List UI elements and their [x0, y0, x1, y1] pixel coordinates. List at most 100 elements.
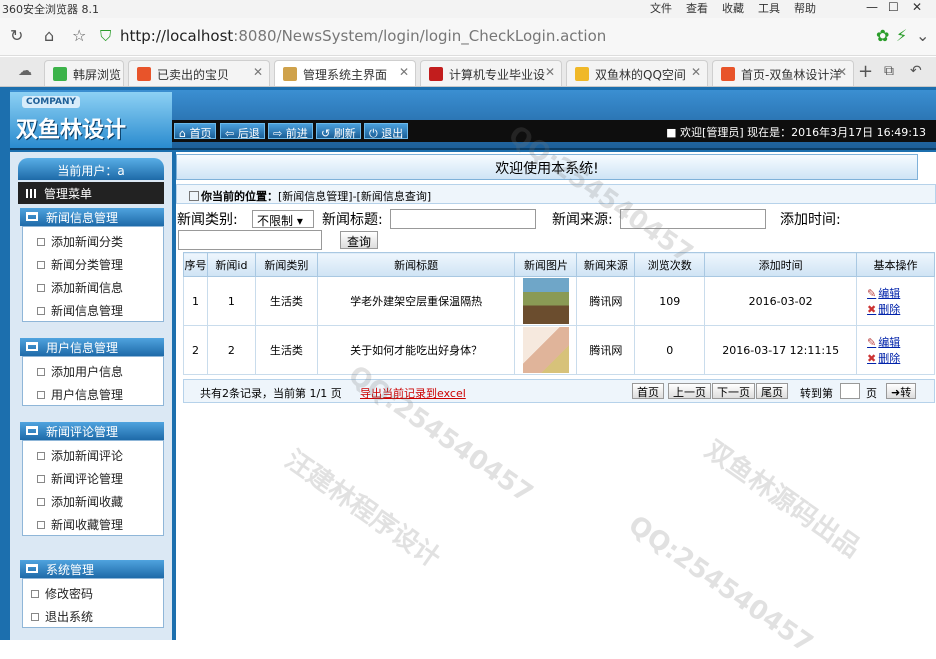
- url-path: :8080/NewsSystem/login/login_CheckLogin.…: [233, 27, 607, 45]
- sidebar-item-add-favorite[interactable]: 添加新闻收藏: [37, 493, 123, 510]
- sidebar-item-user-manage[interactable]: 用户信息管理: [37, 386, 123, 403]
- last-page-button[interactable]: 尾页: [756, 383, 788, 399]
- go-button[interactable]: ➜转: [886, 383, 917, 399]
- menu-file[interactable]: 文件: [650, 0, 672, 16]
- title-label: 新闻标题:: [322, 212, 383, 228]
- page-unit-label: 页: [866, 387, 877, 400]
- tab-2[interactable]: 已卖出的宝贝 ✕: [128, 60, 270, 86]
- cell-category: 生活类: [254, 325, 318, 375]
- panel-system-header[interactable]: 系统管理: [20, 560, 164, 578]
- time-input[interactable]: [178, 230, 322, 250]
- title-input[interactable]: [390, 209, 536, 229]
- panel-comment-header[interactable]: 新闻评论管理: [20, 422, 164, 440]
- panel-icon: [26, 212, 38, 221]
- tab-label: 双鱼林的QQ空间: [595, 68, 686, 82]
- doc-icon: [31, 590, 39, 598]
- chevron-down-icon[interactable]: ⌄: [916, 26, 929, 45]
- panel-icon: [26, 564, 38, 573]
- star-icon[interactable]: ☆: [72, 26, 86, 45]
- tab-label: 韩屏浏览: [73, 68, 122, 82]
- sidebar-item-add-category[interactable]: 添加新闻分类: [37, 233, 123, 250]
- news-thumbnail[interactable]: [522, 278, 569, 324]
- tabs-list-icon[interactable]: ⧉: [884, 63, 894, 79]
- company-badge: COMPANY: [22, 96, 80, 108]
- cloud-icon[interactable]: ☁: [18, 63, 32, 79]
- close-tab-icon[interactable]: ✕: [837, 65, 847, 79]
- export-excel-link[interactable]: 导出当前记录到excel: [360, 385, 466, 401]
- undo-icon[interactable]: ↶: [910, 63, 922, 79]
- cell-category: 生活类: [254, 276, 318, 326]
- category-select-value: 不限制: [257, 214, 294, 228]
- tab-4[interactable]: 计算机专业毕业设 ✕: [420, 60, 562, 86]
- breadcrumb-value: [新闻信息管理]-[新闻信息查询]: [278, 190, 432, 203]
- menu-tools[interactable]: 工具: [758, 0, 780, 16]
- close-window-icon[interactable]: ✕: [912, 0, 922, 14]
- refresh-icon[interactable]: ↻: [10, 26, 23, 45]
- extension-icon[interactable]: ✿: [876, 26, 889, 45]
- sidebar-item-category-manage[interactable]: 新闻分类管理: [37, 256, 123, 273]
- sidebar-item-add-user[interactable]: 添加用户信息: [37, 363, 123, 380]
- url-field[interactable]: http://localhost:8080/NewsSystem/login/l…: [120, 27, 606, 45]
- panel-title: 新闻评论管理: [46, 425, 119, 439]
- panel-user-body: 添加用户信息 用户信息管理: [22, 356, 164, 406]
- url-host: http://localhost: [120, 27, 234, 45]
- item-label: 新闻信息管理: [51, 304, 124, 318]
- item-label: 添加用户信息: [51, 365, 124, 379]
- refresh-button[interactable]: ↺ 刷新: [316, 123, 361, 140]
- query-button[interactable]: 查询: [340, 231, 379, 249]
- column-header: 新闻类别: [254, 252, 318, 277]
- next-page-button[interactable]: 下一页: [712, 383, 755, 399]
- delete-link[interactable]: 删除: [857, 301, 934, 317]
- menu-help[interactable]: 帮助: [794, 0, 816, 16]
- home-button[interactable]: ⌂ 首页: [174, 123, 217, 140]
- logout-button[interactable]: ⏻ 退出: [364, 123, 409, 140]
- tab-3[interactable]: 管理系统主界面 ✕: [274, 60, 416, 86]
- page-icon: [429, 67, 443, 81]
- sidebar-item-favorite-manage[interactable]: 新闻收藏管理: [37, 516, 123, 533]
- back-button[interactable]: ⇦ 后退: [220, 123, 265, 140]
- current-user-label: 当前用户：a: [18, 158, 164, 180]
- tab-1[interactable]: 韩屏浏览: [44, 60, 124, 86]
- maximize-icon[interactable]: ☐: [888, 0, 899, 14]
- page-icon: [721, 67, 735, 81]
- news-thumbnail[interactable]: [522, 327, 569, 373]
- menu-favorites[interactable]: 收藏: [722, 0, 744, 16]
- new-tab-icon[interactable]: +: [858, 61, 873, 82]
- sidebar-item-comment-manage[interactable]: 新闻评论管理: [37, 470, 123, 487]
- brand-name: 双鱼林设计: [16, 118, 127, 143]
- menu-view[interactable]: 查看: [686, 0, 708, 16]
- category-select[interactable]: 不限制 ▾: [252, 210, 314, 228]
- tab-6[interactable]: 首页-双鱼林设计洋 ✕: [712, 60, 854, 86]
- goto-page-input[interactable]: [840, 383, 860, 399]
- cell-source: 腾讯网: [576, 325, 636, 375]
- sidebar-item-change-password[interactable]: 修改密码: [31, 585, 93, 602]
- doc-icon: [37, 452, 45, 460]
- edit-link[interactable]: 编辑: [857, 285, 934, 301]
- close-tab-icon[interactable]: ✕: [691, 65, 701, 79]
- sidebar-item-add-news[interactable]: 添加新闻信息: [37, 279, 123, 296]
- cell-title: 关于如何才能吃出好身体？: [316, 325, 516, 375]
- close-tab-icon[interactable]: ✕: [545, 65, 555, 79]
- panel-news-header[interactable]: 新闻信息管理: [20, 208, 164, 226]
- item-label: 新闻收藏管理: [51, 518, 124, 532]
- first-page-button[interactable]: 首页: [632, 383, 664, 399]
- cell-views: 109: [634, 276, 706, 326]
- table-header-row: 序号 新闻id 新闻类别 新闻标题 新闻图片 新闻来源 浏览次数 添加时间 基本…: [183, 252, 935, 277]
- sidebar-item-add-comment[interactable]: 添加新闻评论: [37, 447, 123, 464]
- forward-button[interactable]: ⇨ 前进: [268, 123, 313, 140]
- delete-link[interactable]: 删除: [857, 350, 934, 366]
- edit-link[interactable]: 编辑: [857, 334, 934, 350]
- minimize-icon[interactable]: —: [866, 0, 878, 14]
- sidebar-item-news-manage[interactable]: 新闻信息管理: [37, 302, 123, 319]
- tab-label: 已卖出的宝贝: [157, 68, 230, 82]
- close-tab-icon[interactable]: ✕: [253, 65, 263, 79]
- source-input[interactable]: [620, 209, 766, 229]
- panel-user-header[interactable]: 用户信息管理: [20, 338, 164, 356]
- sidebar-item-logout[interactable]: 退出系统: [31, 608, 93, 625]
- tab-5[interactable]: 双鱼林的QQ空间 ✕: [566, 60, 708, 86]
- prev-page-button[interactable]: 上一页: [668, 383, 711, 399]
- home-icon[interactable]: ⌂: [44, 26, 54, 45]
- lightning-icon[interactable]: ⚡: [896, 26, 907, 45]
- close-tab-icon[interactable]: ✕: [399, 65, 409, 79]
- doc-icon: [37, 368, 45, 376]
